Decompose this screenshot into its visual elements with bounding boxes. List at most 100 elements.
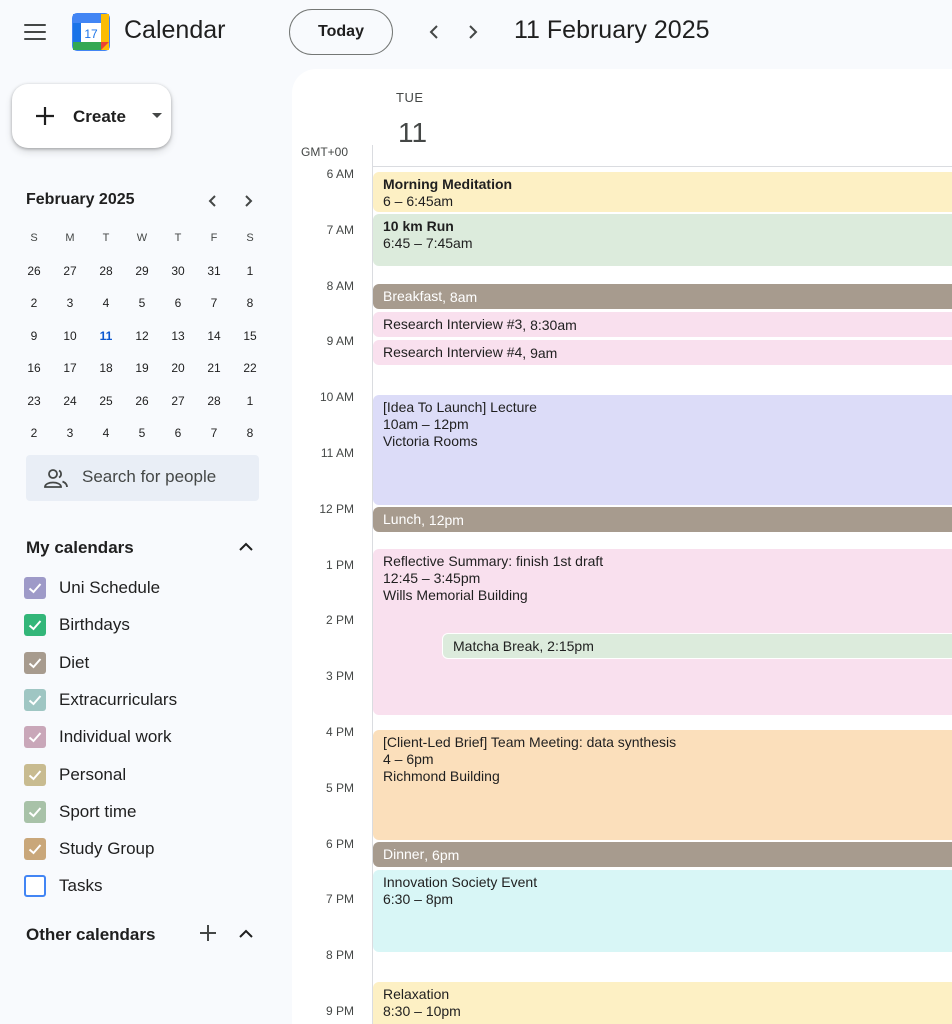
mini-day[interactable]: 30 <box>160 264 196 278</box>
calendar-item[interactable]: Sport time <box>24 797 136 827</box>
calendar-item[interactable]: Diet <box>24 648 89 678</box>
mini-day[interactable]: 6 <box>160 426 196 440</box>
mini-day[interactable]: 19 <box>124 361 160 375</box>
checkbox-checked-icon[interactable] <box>24 726 46 749</box>
event-relaxation[interactable]: Relaxation 8:30 – 10pm <box>373 982 952 1024</box>
create-button[interactable]: Create <box>12 84 171 148</box>
checkbox-checked-icon[interactable] <box>24 651 46 674</box>
mini-day[interactable]: 18 <box>88 361 124 375</box>
search-people-input[interactable] <box>82 467 252 487</box>
previous-day-button[interactable] <box>420 17 450 47</box>
mini-day-number: 3 <box>66 296 74 311</box>
mini-day[interactable]: 3 <box>52 426 88 440</box>
mini-day-number: 1 <box>246 393 254 408</box>
event-title: Research Interview #4 <box>383 344 523 360</box>
event-research-interview-3[interactable]: Research Interview #3, 8:30am <box>373 312 952 337</box>
mini-day[interactable]: 25 <box>88 394 124 408</box>
calendar-item[interactable]: Birthdays <box>24 610 130 640</box>
checkbox-checked-icon[interactable] <box>24 577 46 599</box>
mini-day[interactable]: 28 <box>196 394 232 408</box>
mini-weekday-label: S <box>246 232 254 245</box>
mini-day[interactable]: 7 <box>196 426 232 440</box>
mini-day[interactable]: 24 <box>52 394 88 408</box>
mini-day[interactable]: 4 <box>88 426 124 440</box>
calendar-item[interactable]: Extracurriculars <box>24 685 177 715</box>
mini-day[interactable]: 2 <box>16 296 52 310</box>
mini-day[interactable]: 6 <box>160 296 196 310</box>
checkbox-checked-icon[interactable] <box>24 614 46 637</box>
mini-day[interactable]: 28 <box>88 264 124 278</box>
mini-day[interactable]: 14 <box>196 329 232 343</box>
mini-day[interactable]: 1 <box>232 264 268 278</box>
mini-day[interactable]: 26 <box>16 264 52 278</box>
event-reflective-summary[interactable]: Reflective Summary: finish 1st draft 12:… <box>373 549 952 715</box>
event-dinner[interactable]: Dinner, 6pm <box>373 842 952 867</box>
event-10km-run[interactable]: 10 km Run 6:45 – 7:45am <box>373 214 952 266</box>
mini-day[interactable]: 23 <box>16 394 52 408</box>
calendar-item[interactable]: Personal <box>24 760 126 790</box>
mini-day-number: 2 <box>30 296 38 311</box>
calendar-item[interactable]: Individual work <box>24 722 171 752</box>
mini-day[interactable]: 31 <box>196 264 232 278</box>
mini-next-month-button[interactable] <box>236 189 260 213</box>
mini-day-selected[interactable]: 11 <box>88 318 129 359</box>
day-number[interactable]: 11 <box>398 117 427 149</box>
top-bar: 17 Calendar Today 11 February 2025 <box>0 0 952 64</box>
mini-day[interactable]: 7 <box>196 296 232 310</box>
caret-down-icon[interactable] <box>152 113 162 118</box>
mini-day[interactable]: 5 <box>124 426 160 440</box>
mini-day[interactable]: 8 <box>232 296 268 310</box>
search-people-box[interactable] <box>26 455 259 501</box>
checkbox-checked-icon[interactable] <box>24 763 46 786</box>
event-matcha-break[interactable]: Matcha Break, 2:15pm <box>442 633 952 659</box>
mini-day[interactable]: 15 <box>232 329 268 343</box>
mini-day[interactable]: 12 <box>124 329 160 343</box>
mini-day[interactable]: 10 <box>52 329 88 343</box>
main-menu-button[interactable] <box>18 16 52 48</box>
mini-day[interactable]: 21 <box>196 361 232 375</box>
mini-day[interactable]: 5 <box>124 296 160 310</box>
event-innovation-society[interactable]: Innovation Society Event 6:30 – 8pm <box>373 870 952 952</box>
calendar-item[interactable]: Study Group <box>24 834 154 864</box>
event-team-meeting[interactable]: [Client-Led Brief] Team Meeting: data sy… <box>373 730 952 840</box>
mini-day-number: 12 <box>135 328 149 343</box>
mini-day[interactable]: 16 <box>16 361 52 375</box>
event-title: Matcha Break <box>453 637 540 654</box>
checkbox-checked-icon[interactable] <box>24 688 46 711</box>
hour-label: 1 PM <box>325 557 354 572</box>
mini-day[interactable]: 9 <box>16 329 52 343</box>
add-other-calendar-button[interactable] <box>197 922 219 944</box>
mini-day[interactable]: 3 <box>52 296 88 310</box>
collapse-other-calendars-button[interactable] <box>234 922 258 946</box>
checkbox-empty-icon[interactable] <box>24 875 46 898</box>
collapse-my-calendars-button[interactable] <box>234 535 258 559</box>
next-day-button[interactable] <box>457 17 487 47</box>
mini-prev-month-button[interactable] <box>201 189 225 213</box>
calendar-item[interactable]: Tasks <box>24 871 102 901</box>
plus-icon <box>36 107 54 125</box>
mini-day[interactable]: 26 <box>124 394 160 408</box>
mini-day[interactable]: 2 <box>16 426 52 440</box>
mini-day[interactable]: 1 <box>232 394 268 408</box>
mini-day[interactable]: 17 <box>52 361 88 375</box>
event-lunch[interactable]: Lunch, 12pm <box>373 507 952 532</box>
event-location: Richmond Building <box>383 768 500 784</box>
mini-day[interactable]: 27 <box>52 264 88 278</box>
mini-day[interactable]: 29 <box>124 264 160 278</box>
event-title: Breakfast <box>383 288 443 304</box>
event-idea-to-launch-lecture[interactable]: [Idea To Launch] Lecture 10am – 12pm Vic… <box>373 395 952 505</box>
checkbox-checked-icon[interactable] <box>24 838 46 861</box>
mini-day[interactable]: 20 <box>160 361 196 375</box>
today-button[interactable]: Today <box>289 9 393 55</box>
calendar-item[interactable]: Uni Schedule <box>24 573 160 603</box>
mini-day[interactable]: 22 <box>232 361 268 375</box>
mini-day[interactable]: 8 <box>232 426 268 440</box>
mini-day[interactable]: 13 <box>160 329 196 343</box>
checkbox-checked-icon[interactable] <box>24 800 46 823</box>
event-morning-meditation[interactable]: Morning Meditation 6 – 6:45am <box>373 172 952 212</box>
event-breakfast[interactable]: Breakfast, 8am <box>373 284 952 309</box>
mini-day[interactable]: 4 <box>88 296 124 310</box>
event-research-interview-4[interactable]: Research Interview #4, 9am <box>373 340 952 365</box>
calendar-logo-icon[interactable]: 17 <box>72 13 110 51</box>
mini-day[interactable]: 27 <box>160 394 196 408</box>
